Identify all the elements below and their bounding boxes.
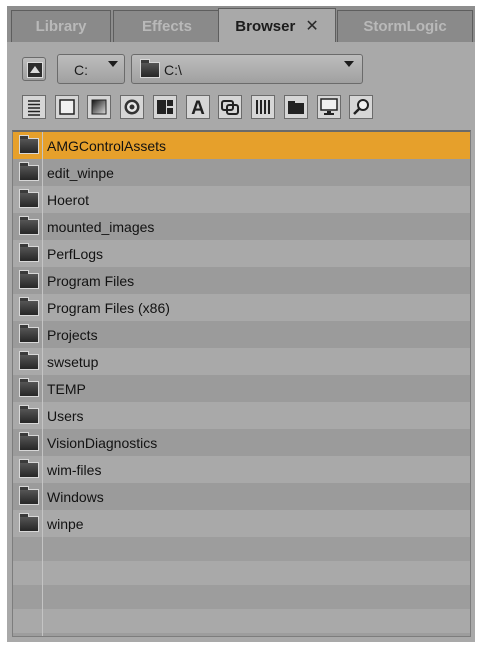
square-button[interactable] [55,95,79,119]
tab-library-label: Library [35,18,87,35]
path-select[interactable]: C:\ [131,54,363,84]
list-item-label: Hoerot [47,192,90,208]
list-item[interactable]: Windows [13,483,470,510]
list-item-label: winpe [47,516,84,532]
folder-icon [19,243,39,262]
list-item[interactable]: TEMP [13,375,470,402]
chevron-down-icon [108,61,118,67]
list-item[interactable]: winpe [13,510,470,537]
tab-stormlogic[interactable]: StormLogic [337,10,473,42]
list-item-label: Projects [47,327,98,343]
tab-strip: Library Effects Browser ✕ StormLogic [7,6,475,43]
list-item-label: Program Files (x86) [47,300,170,316]
list-item-label: wim-files [47,462,102,478]
list-item[interactable]: mounted_images [13,213,470,240]
folder-icon [19,324,39,343]
link-button[interactable] [218,95,242,119]
folder-icon [19,459,39,478]
search-button[interactable] [349,95,373,119]
list-item[interactable]: edit_winpe [13,159,470,186]
folder-icon [19,405,39,424]
list-item-label: PerfLogs [47,246,104,262]
path-select-value: C:\ [164,62,182,78]
icon-toolbar: A [7,92,475,122]
list-item-label: edit_winpe [47,165,114,181]
folder-icon [19,378,39,397]
list-item[interactable]: wim-files [13,456,470,483]
folder-button[interactable] [284,95,308,119]
list-item-label: AMGControlAssets [47,138,167,154]
list-item-label: Users [47,408,84,424]
folder-icon [19,513,39,532]
monitor-button[interactable] [317,95,341,119]
parent-folder-button[interactable] [22,57,46,81]
tab-effects-label: Effects [141,18,193,35]
columns-icon [256,100,270,114]
drive-select[interactable]: C: [57,54,125,84]
tab-effects[interactable]: Effects [113,10,221,42]
folder-icon [19,270,39,289]
square-icon [59,99,75,115]
text-icon-glyph: A [191,98,205,118]
file-list[interactable]: winpe Windows wim-files VisionDiagnostics Us… [12,130,471,637]
gradient-button[interactable] [87,95,111,119]
column-divider [42,132,43,636]
list-item[interactable]: swsetup [13,348,470,375]
empty-row [13,585,470,609]
empty-row [13,561,470,585]
close-icon[interactable]: ✕ [305,16,318,36]
folder-icon [19,216,39,235]
chevron-down-icon [344,61,354,67]
folder-icon [19,351,39,370]
folder-icon [19,162,39,181]
list-item-label: mounted_images [47,219,155,235]
text-icon: A [191,98,205,118]
folder-icon [19,432,39,451]
list-item[interactable]: Program Files [13,267,470,294]
list-item[interactable]: VisionDiagnostics [13,429,470,456]
location-bar: C: C:\ [7,52,475,86]
split-view-button[interactable] [153,95,177,119]
list-item-label: Program Files [47,273,135,289]
empty-row [13,633,470,636]
browser-panel: Library Effects Browser ✕ StormLogic C: … [0,0,482,649]
folder-icon [19,189,39,208]
disc-button[interactable] [120,95,144,119]
list-view-button[interactable] [22,95,46,119]
list-item-label: swsetup [47,354,99,370]
list-view-icon [28,100,40,116]
folder-icon [288,101,304,114]
list-item[interactable]: Program Files (x86) [13,294,470,321]
tab-browser[interactable]: Browser ✕ [218,8,336,43]
folder-icon [19,297,39,316]
list-item-label: VisionDiagnostics [47,435,158,451]
folder-icon [19,486,39,505]
drive-select-value: C: [74,62,88,78]
list-item-label: Windows [47,489,104,505]
split-view-icon [157,100,173,114]
list-item[interactable]: Projects [13,321,470,348]
list-item[interactable]: PerfLogs [13,240,470,267]
tab-stormlogic-label: StormLogic [363,18,447,35]
folder-icon [140,59,160,78]
empty-row [13,609,470,633]
list-item[interactable]: AMGControlAssets [13,132,470,159]
search-icon [353,99,369,115]
monitor-icon [320,98,338,115]
up-folder-icon [27,62,43,78]
gradient-icon [91,99,107,115]
tab-library[interactable]: Library [11,10,111,42]
folder-icon [19,135,39,154]
list-item-label: TEMP [47,381,86,397]
browser-body: C: C:\ A winpe Windows wim-files VisionD… [7,42,475,642]
empty-row [13,537,470,561]
text-button[interactable]: A [186,95,210,119]
tab-browser-label: Browser [235,17,296,35]
disc-icon [124,99,140,115]
list-item[interactable]: Hoerot [13,186,470,213]
columns-button[interactable] [251,95,275,119]
link-icon [221,100,239,115]
list-item[interactable]: Users [13,402,470,429]
